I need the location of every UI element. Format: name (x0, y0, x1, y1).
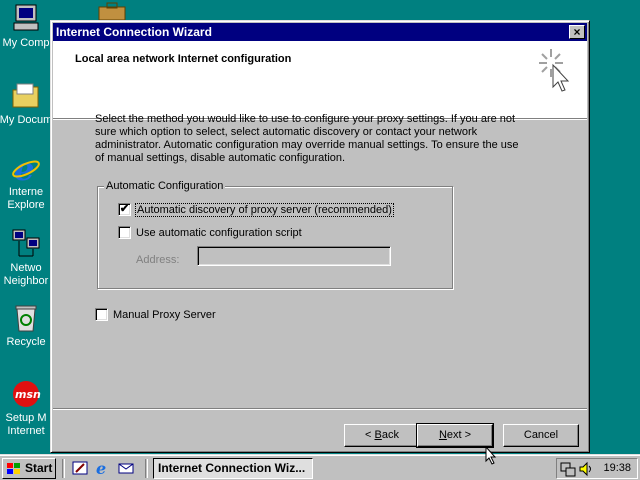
internet-explorer-icon: e (10, 150, 42, 188)
back-button-rest: ack (381, 429, 399, 441)
show-desktop-icon[interactable] (72, 460, 88, 476)
desktop-icon-network-neighborhood[interactable]: Netwo Neighbor (0, 228, 56, 288)
window-title: Internet Connection Wizard (56, 25, 212, 39)
recycle-bin-icon (10, 302, 42, 334)
msn-icon: msn (10, 378, 42, 410)
close-button[interactable]: × (569, 25, 585, 39)
desktop-icon-label: Setup M Internet (5, 412, 47, 437)
auto-discovery-option[interactable]: ✔ Automatic discovery of proxy server (r… (118, 202, 394, 217)
address-field[interactable] (197, 246, 391, 266)
svg-text:e: e (96, 460, 106, 476)
manual-proxy-option[interactable]: Manual Proxy Server (95, 308, 216, 321)
taskbar: Start e Internet Connection Wiz... 19:38 (0, 454, 640, 480)
intro-text: Select the method you would like to use … (95, 113, 519, 164)
auto-script-checkbox[interactable] (118, 226, 131, 239)
folder-icon (10, 80, 42, 112)
desktop-icon-my-documents[interactable]: My Docum (0, 80, 56, 127)
system-tray: 19:38 (556, 458, 638, 479)
windows-logo-icon (7, 463, 20, 474)
briefcase-icon[interactable] (96, 2, 128, 21)
cancel-button[interactable]: Cancel (503, 424, 579, 447)
mouse-pointer-icon (485, 446, 497, 465)
back-button-accel: B (374, 429, 382, 441)
desktop-icon-label: Interne Explore (7, 186, 45, 211)
desktop-icon-label: My Docum (0, 114, 53, 126)
taskbar-item-internet-connection-wizard[interactable]: Internet Connection Wiz... (153, 458, 313, 479)
svg-text:msn: msn (15, 388, 41, 401)
page-title: Local area network Internet configuratio… (75, 53, 292, 65)
next-button-rest: ext > (446, 429, 472, 441)
group-label: Automatic Configuration (104, 180, 226, 192)
desktop-icon-internet-explorer[interactable]: e Interne Explore (0, 150, 56, 212)
wizard-sparkle-cursor-icon (537, 45, 577, 95)
desktop-icon-recycle-bin[interactable]: Recycle (0, 302, 56, 349)
button-divider (53, 408, 587, 410)
wizard-header: Local area network Internet configuratio… (53, 41, 587, 120)
next-button[interactable]: Next > (416, 423, 494, 448)
start-label: Start (25, 461, 53, 475)
title-bar[interactable]: Internet Connection Wizard × (53, 23, 587, 41)
desktop-icon-setup-msn[interactable]: msn Setup M Internet (0, 378, 56, 438)
desktop-icon-label: Recycle (6, 336, 46, 348)
auto-script-option[interactable]: Use automatic configuration script (118, 226, 302, 239)
desktop-icon-label: Netwo Neighbor (3, 262, 49, 287)
address-label: Address: (136, 254, 180, 266)
desktop-icon-my-computer[interactable]: My Comp (0, 3, 56, 50)
clock[interactable]: 19:38 (603, 462, 631, 474)
back-button-prefix: < (365, 429, 375, 441)
quick-launch-separator (145, 459, 148, 478)
volume-icon[interactable] (578, 461, 594, 477)
next-button-accel: N (438, 429, 447, 441)
quick-launch-separator (62, 459, 65, 478)
manual-proxy-label[interactable]: Manual Proxy Server (113, 309, 216, 321)
auto-script-label[interactable]: Use automatic configuration script (136, 227, 302, 239)
internet-explorer-icon[interactable]: e (95, 460, 111, 476)
desktop-icon-label: My Comp (2, 37, 50, 49)
manual-proxy-checkbox[interactable] (95, 308, 108, 321)
start-button[interactable]: Start (2, 458, 56, 479)
wizard-window: Internet Connection Wizard × Local area … (50, 20, 590, 453)
auto-discovery-label[interactable]: Automatic discovery of proxy server (rec… (135, 202, 394, 217)
automatic-configuration-group: Automatic Configuration ✔ Automatic disc… (97, 180, 453, 289)
outlook-express-icon[interactable] (118, 460, 134, 476)
computer-icon (10, 3, 42, 35)
network-icon (10, 228, 42, 260)
auto-discovery-checkbox[interactable]: ✔ (118, 203, 131, 216)
back-button[interactable]: < Back (344, 424, 420, 447)
network-tray-icon[interactable] (560, 461, 576, 477)
